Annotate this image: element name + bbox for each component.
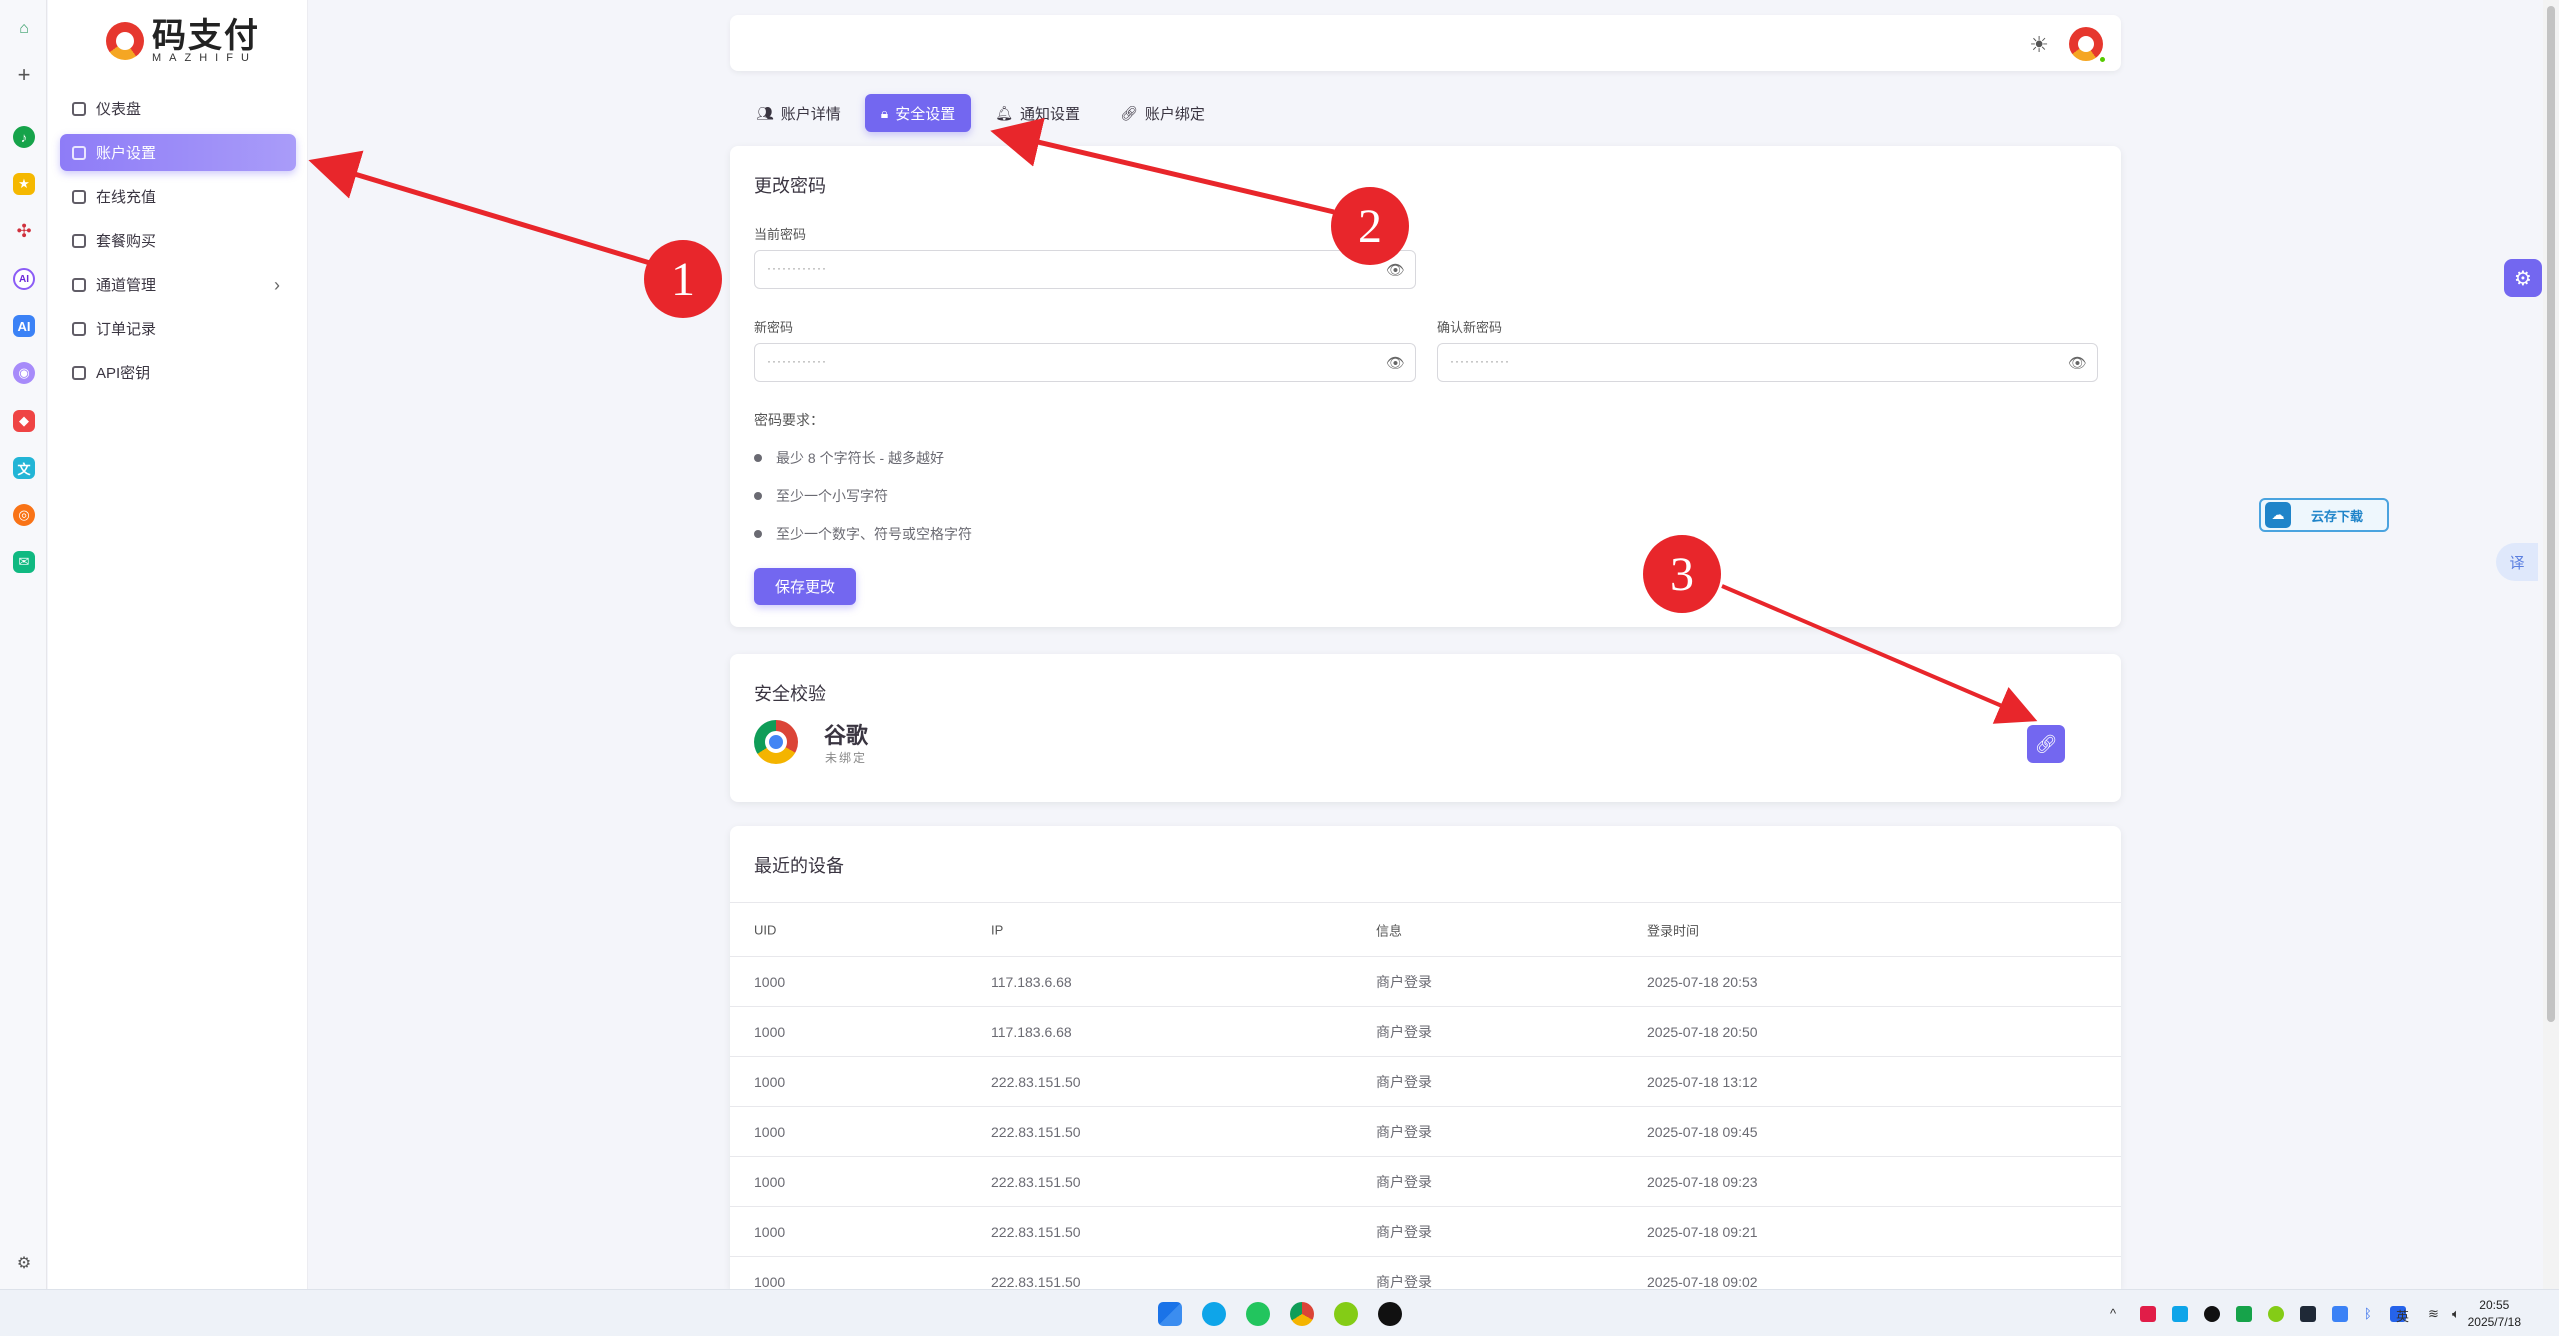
annotation-badge-3: 3: [1643, 535, 1721, 613]
tray-app-icon[interactable]: [2172, 1306, 2188, 1322]
edge-icon[interactable]: [1202, 1302, 1226, 1326]
tray-app-icon[interactable]: [2236, 1306, 2252, 1322]
wifi-icon[interactable]: ≋: [2428, 1306, 2439, 1322]
browser-e-icon[interactable]: [1246, 1302, 1270, 1326]
ime-indicator[interactable]: 英: [2396, 1306, 2409, 1325]
tray-app-icon[interactable]: [2268, 1306, 2284, 1322]
bluetooth-icon[interactable]: ᛒ: [2364, 1306, 2372, 1321]
windows-taskbar: ^ ᛒ 英 ≋ 🔈︎ 20:55 2025/7/18: [0, 1289, 2559, 1336]
windows-start-icon[interactable]: [1158, 1302, 1182, 1326]
tray-qq-icon[interactable]: [2204, 1306, 2220, 1322]
taskbar-clock[interactable]: 20:55 2025/7/18: [2468, 1297, 2521, 1331]
volume-icon[interactable]: 🔈︎: [2452, 1306, 2460, 1322]
app-icon[interactable]: [1334, 1302, 1358, 1326]
chrome-icon[interactable]: [1290, 1302, 1314, 1326]
annotation-badge-1: 1: [644, 240, 722, 318]
tray-chevron-up-icon[interactable]: ^: [2110, 1306, 2116, 1321]
clock-time: 20:55: [2479, 1298, 2510, 1312]
tray-app-icon[interactable]: [2332, 1306, 2348, 1322]
tray-nvidia-icon[interactable]: [2300, 1306, 2316, 1322]
arrow-3: [1721, 584, 2038, 724]
arrow-1: [308, 150, 651, 266]
tray-app-icon[interactable]: [2140, 1306, 2156, 1322]
annotation-badge-2: 2: [1331, 187, 1409, 265]
annotation-overlay: [308, 117, 2038, 724]
qq-icon[interactable]: [1378, 1302, 1402, 1326]
clock-date: 2025/7/18: [2467, 1315, 2521, 1329]
arrow-2: [990, 117, 1335, 215]
